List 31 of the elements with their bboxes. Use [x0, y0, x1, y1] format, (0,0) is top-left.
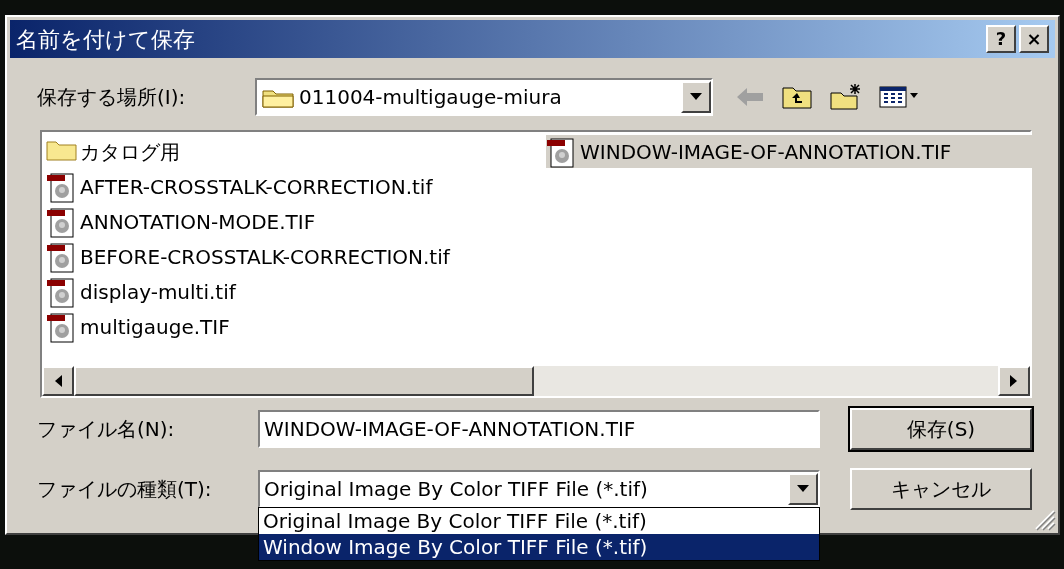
dropdown-arrow-icon — [797, 485, 809, 493]
help-button[interactable]: ? — [986, 25, 1016, 53]
file-name-label: ファイル名(N): — [37, 416, 176, 443]
save-button[interactable]: 保存(S) — [850, 408, 1032, 450]
location-value: 011004-multigauge-miura — [299, 84, 562, 111]
file-item[interactable]: カタログ用 — [46, 135, 546, 168]
folder-up-icon[interactable] — [781, 84, 813, 110]
cancel-button[interactable]: キャンセル — [850, 468, 1032, 510]
right-arrow-icon — [1010, 375, 1018, 387]
file-item[interactable]: AFTER-CROSSTALK-CORRECTION.tif — [46, 170, 546, 203]
file-type-value: Original Image By Color TIFF File (*.tif) — [263, 476, 648, 503]
file-item[interactable]: BEFORE-CROSSTALK-CORRECTION.tif — [46, 240, 546, 273]
close-button[interactable]: × — [1019, 25, 1049, 53]
new-folder-icon[interactable] — [829, 83, 863, 111]
left-arrow-icon — [54, 375, 62, 387]
file-item[interactable]: display-multi.tif — [46, 275, 546, 308]
file-item[interactable]: ANNOTATION-MODE.TIF — [46, 205, 546, 238]
dropdown-option[interactable]: Window Image By Color TIFF File (*.tif) — [259, 534, 819, 560]
file-type-dropdown[interactable]: Original Image By Color TIFF File (*.tif) — [258, 470, 820, 508]
scroll-left-button[interactable] — [42, 366, 74, 396]
dropdown-arrow-icon — [690, 93, 702, 101]
scrollbar-thumb[interactable] — [74, 366, 534, 396]
view-menu-icon[interactable] — [879, 85, 919, 109]
location-label: 保存する場所(I): — [37, 84, 187, 111]
scroll-right-button[interactable] — [998, 366, 1030, 396]
window-title: 名前を付けて保存 — [16, 25, 195, 54]
file-name-field[interactable]: WINDOW-IMAGE-OF-ANNOTATION.TIF — [258, 410, 820, 448]
file-item[interactable]: multigauge.TIF — [46, 310, 546, 343]
location-dropdown[interactable]: 011004-multigauge-miura — [255, 78, 713, 116]
dropdown-option[interactable]: Original Image By Color TIFF File (*.tif) — [259, 508, 819, 534]
file-type-label: ファイルの種類(T): — [37, 476, 213, 503]
